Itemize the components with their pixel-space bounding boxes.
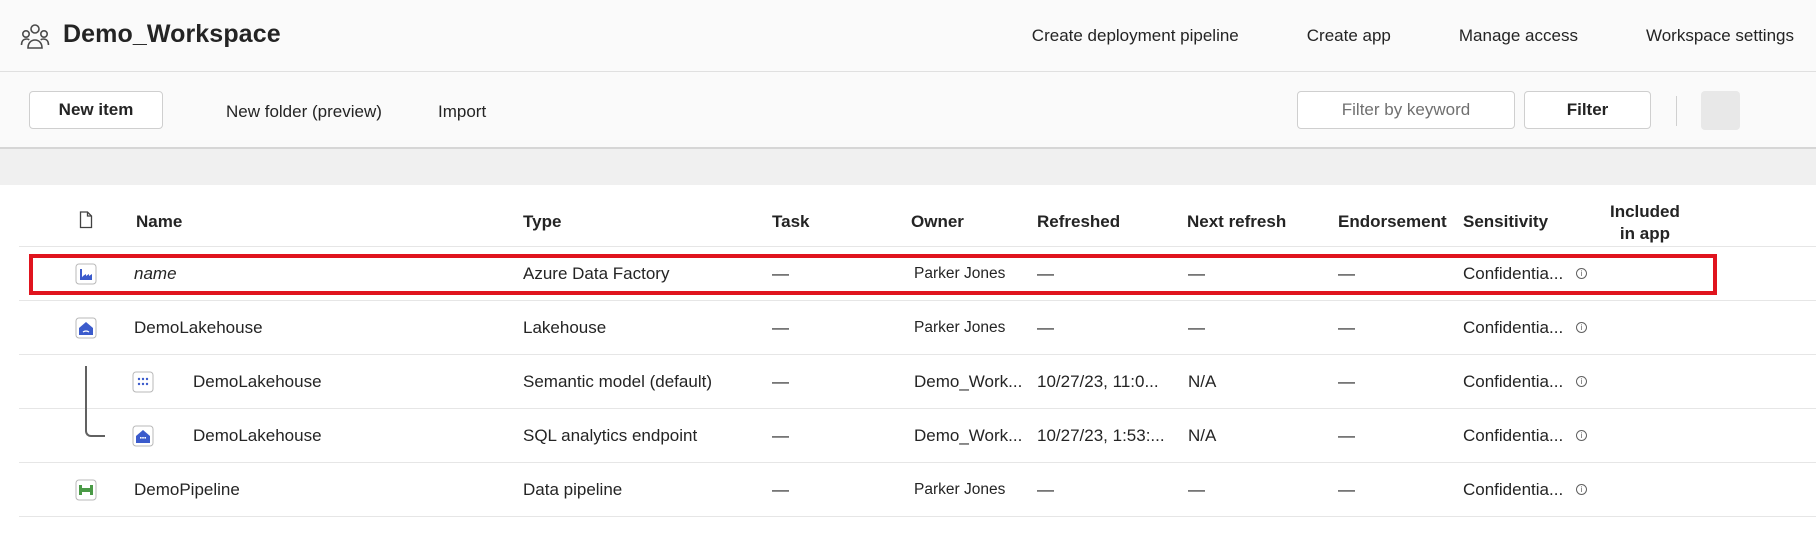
item-endorsement: — xyxy=(1338,372,1355,391)
workspace-header: Demo_Workspace Create deployment pipelin… xyxy=(0,0,1816,72)
item-task: — xyxy=(772,426,789,445)
table-row[interactable]: DemoPipeline Data pipeline — Parker Jone… xyxy=(19,463,1816,517)
column-header-endorsement[interactable]: Endorsement xyxy=(1338,212,1447,232)
header-actions: Create deployment pipeline Create app Ma… xyxy=(964,0,1794,72)
import-button[interactable]: Import xyxy=(438,102,486,122)
column-header-owner[interactable]: Owner xyxy=(911,212,964,232)
item-task: — xyxy=(772,480,789,499)
item-name[interactable]: DemoLakehouse xyxy=(193,409,322,463)
item-name[interactable]: name xyxy=(134,247,177,301)
gray-band xyxy=(0,149,1816,185)
semantic-model-icon xyxy=(132,371,154,393)
info-icon[interactable]: i xyxy=(1576,322,1587,333)
item-owner: Parker Jones xyxy=(914,319,1006,336)
sql-endpoint-icon xyxy=(132,425,154,447)
toolbar-divider xyxy=(1676,96,1677,126)
column-header-task[interactable]: Task xyxy=(772,212,810,232)
column-header-name[interactable]: Name xyxy=(136,212,182,232)
create-app-button[interactable]: Create app xyxy=(1307,26,1391,46)
filter-button[interactable]: Filter xyxy=(1524,91,1651,129)
item-type: Data pipeline xyxy=(523,480,623,499)
item-type: SQL analytics endpoint xyxy=(523,426,698,445)
manage-access-button[interactable]: Manage access xyxy=(1459,26,1578,46)
included-line-2: in app xyxy=(1619,224,1670,243)
included-line-1: Included xyxy=(1610,202,1680,221)
info-icon[interactable]: i xyxy=(1576,376,1587,387)
item-next-refresh: N/A xyxy=(1188,426,1217,445)
item-refreshed: — xyxy=(1037,264,1054,283)
workspace-people-icon xyxy=(20,24,50,49)
item-refreshed: 10/27/23, 11:0... xyxy=(1037,372,1159,391)
new-item-button[interactable]: New item xyxy=(29,91,163,129)
column-header-type[interactable]: Type xyxy=(523,212,561,232)
item-name[interactable]: DemoPipeline xyxy=(134,463,240,517)
info-icon[interactable]: i xyxy=(1576,484,1587,495)
item-refreshed: 10/27/23, 1:53:... xyxy=(1037,426,1165,445)
item-task: — xyxy=(772,372,789,391)
item-sensitivity: Confidentia... xyxy=(1463,426,1564,445)
filter-keyword-input[interactable] xyxy=(1297,91,1515,129)
item-sensitivity: Confidentia... xyxy=(1463,318,1564,337)
item-endorsement: — xyxy=(1338,264,1355,283)
create-deployment-pipeline-button[interactable]: Create deployment pipeline xyxy=(1032,26,1239,46)
table-row[interactable]: DemoLakehouse Semantic model (default) —… xyxy=(19,355,1816,409)
item-sensitivity: Confidentia... xyxy=(1463,480,1564,499)
table-row[interactable]: DemoLakehouse SQL analytics endpoint — D… xyxy=(19,409,1816,463)
item-owner: Demo_Work... xyxy=(914,426,1023,445)
item-endorsement: — xyxy=(1338,480,1355,499)
item-name[interactable]: DemoLakehouse xyxy=(134,301,263,355)
info-icon[interactable]: i xyxy=(1576,268,1587,279)
workspace-settings-button[interactable]: Workspace settings xyxy=(1646,26,1794,46)
new-folder-button[interactable]: New folder (preview) xyxy=(226,102,382,122)
toolbar: New item New folder (preview) Import Fil… xyxy=(0,72,1816,149)
tree-connector xyxy=(85,366,105,437)
item-next-refresh: — xyxy=(1188,318,1205,337)
item-type: Semantic model (default) xyxy=(523,372,712,391)
workspace-title: Demo_Workspace xyxy=(63,20,281,48)
column-header-next-refresh[interactable]: Next refresh xyxy=(1187,212,1286,232)
column-header-included-in-app[interactable]: Included in app xyxy=(1610,201,1680,245)
item-task: — xyxy=(772,318,789,337)
view-options-button[interactable] xyxy=(1701,91,1740,130)
item-type: Lakehouse xyxy=(523,318,607,337)
pipeline-icon xyxy=(75,479,97,501)
item-type: Azure Data Factory xyxy=(523,264,670,283)
column-header-sensitivity[interactable]: Sensitivity xyxy=(1463,212,1548,232)
item-name[interactable]: DemoLakehouse xyxy=(193,355,322,409)
table-row[interactable]: DemoLakehouse Lakehouse — Parker Jones —… xyxy=(19,301,1816,355)
item-task: — xyxy=(772,264,789,283)
item-sensitivity: Confidentia... xyxy=(1463,372,1564,391)
lakehouse-icon xyxy=(75,317,97,339)
item-endorsement: — xyxy=(1338,318,1355,337)
file-type-icon xyxy=(79,211,93,229)
item-next-refresh: — xyxy=(1188,480,1205,499)
data-factory-icon xyxy=(75,263,97,285)
item-next-refresh: — xyxy=(1188,264,1205,283)
item-owner: Demo_Work... xyxy=(914,372,1023,391)
item-owner: Parker Jones xyxy=(914,481,1006,498)
info-icon[interactable]: i xyxy=(1576,430,1587,441)
item-endorsement: — xyxy=(1338,426,1355,445)
item-refreshed: — xyxy=(1037,480,1054,499)
table-row[interactable]: name Azure Data Factory — Parker Jones —… xyxy=(19,247,1816,301)
column-header-refreshed[interactable]: Refreshed xyxy=(1037,212,1120,232)
item-refreshed: — xyxy=(1037,318,1054,337)
item-next-refresh: N/A xyxy=(1188,372,1217,391)
item-owner: Parker Jones xyxy=(914,265,1006,282)
item-sensitivity: Confidentia... xyxy=(1463,264,1564,283)
